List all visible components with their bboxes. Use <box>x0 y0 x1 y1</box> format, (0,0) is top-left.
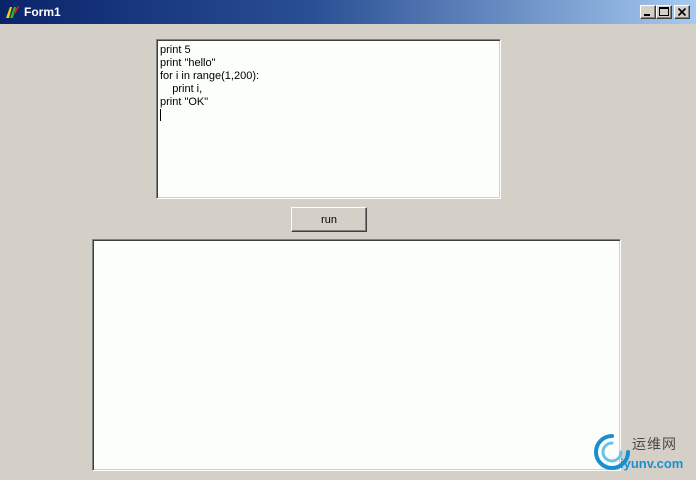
title-bar[interactable]: Form1 <box>0 0 696 24</box>
run-button[interactable]: run <box>291 207 367 232</box>
window-title: Form1 <box>24 5 61 19</box>
code-line: print "OK" <box>160 96 209 108</box>
close-icon <box>677 7 687 17</box>
code-lines: print 5 print "hello" for i in range(1,2… <box>160 44 259 122</box>
close-button[interactable] <box>674 5 690 19</box>
watermark: 运维网 iyunv.com <box>590 430 694 476</box>
form1-window: Form1 print 5 print "hello" for i in ran… <box>0 0 696 480</box>
minimize-icon <box>644 14 650 16</box>
watermark-text: 运维网 <box>632 437 677 453</box>
maximize-icon <box>659 7 669 16</box>
code-line: for i in range(1,200): <box>160 70 260 82</box>
maximize-button[interactable] <box>656 5 672 19</box>
code-line: print 5 <box>160 44 191 56</box>
code-line: print "hello" <box>160 57 216 69</box>
watermark-url: iyunv.com <box>620 456 684 471</box>
app-icon <box>6 6 19 18</box>
output-textbox[interactable] <box>92 239 621 471</box>
text-caret <box>160 109 161 121</box>
minimize-button[interactable] <box>640 5 656 19</box>
code-editor[interactable]: print 5 print "hello" for i in range(1,2… <box>156 39 501 199</box>
code-line: print i, <box>160 83 203 95</box>
code-line-cursor <box>160 109 259 122</box>
